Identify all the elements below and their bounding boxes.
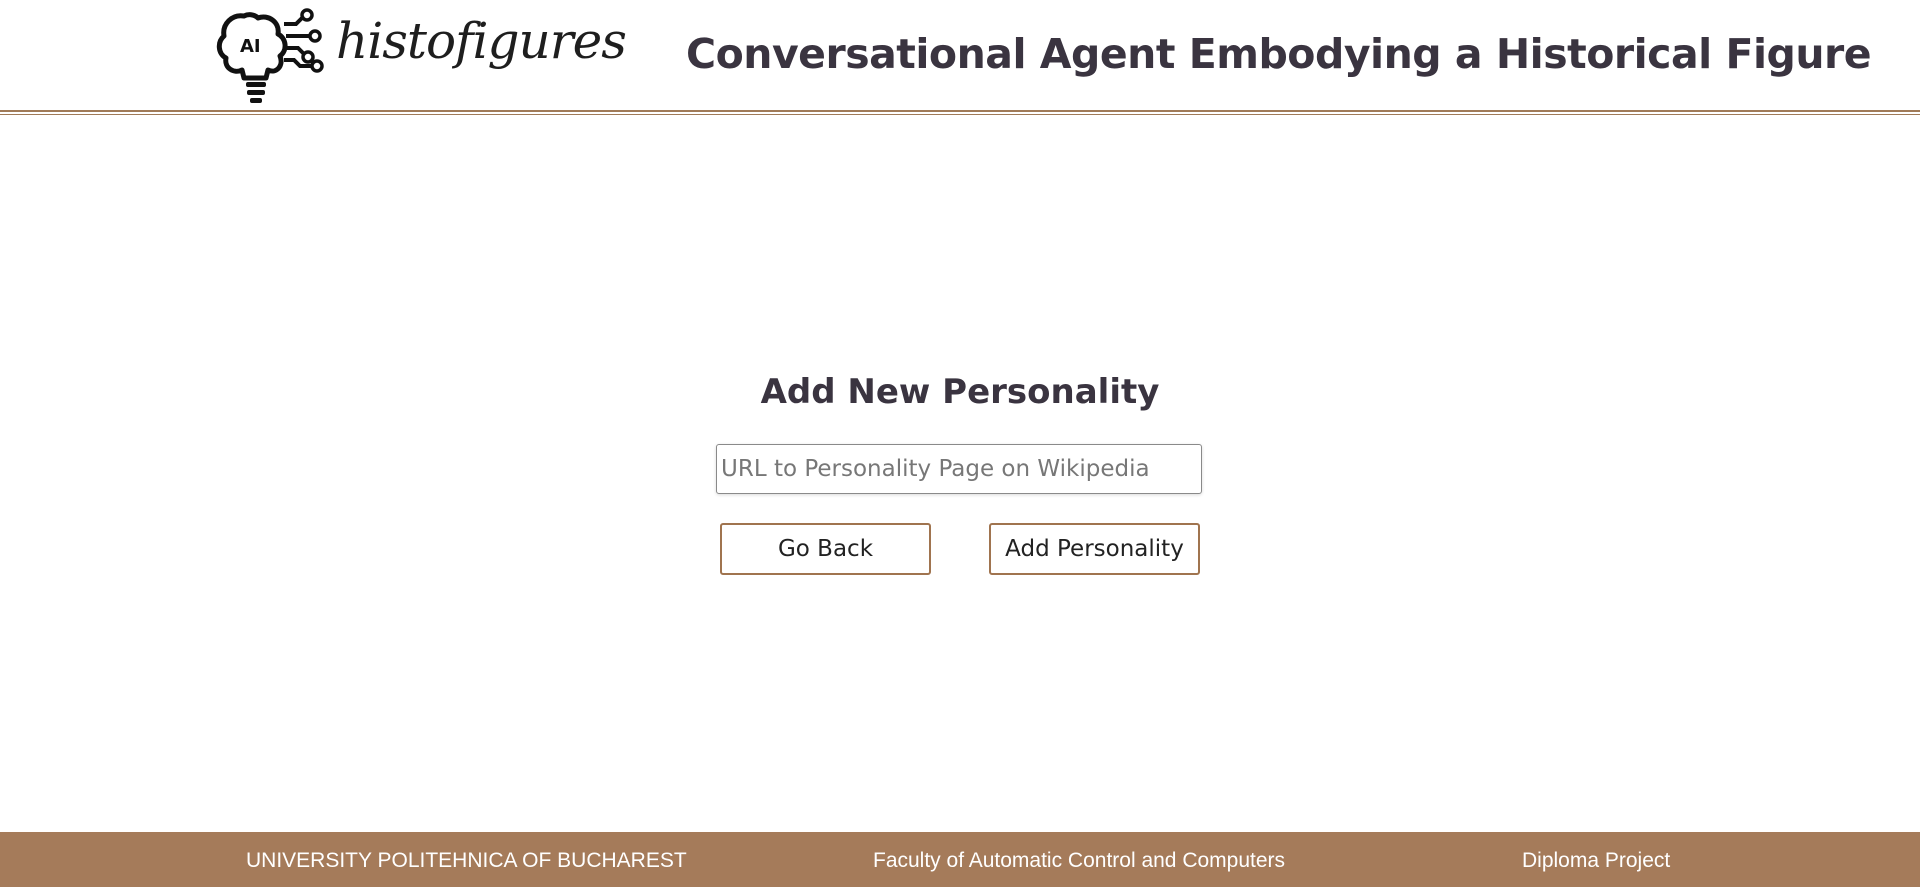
header: AI histofigures Conversational Agent Emb…: [0, 0, 1920, 115]
header-divider-thin: [0, 114, 1920, 115]
go-back-button[interactable]: Go Back: [720, 523, 931, 575]
logo-badge-text: AI: [240, 36, 261, 57]
footer-faculty: Faculty of Automatic Control and Compute…: [873, 849, 1286, 872]
footer-project: Diploma Project: [1522, 849, 1671, 872]
footer-university: UNIVERSITY POLITEHNICA OF BUCHAREST: [246, 849, 687, 872]
header-divider: [0, 110, 1920, 112]
page: AI histofigures Conversational Agent Emb…: [0, 0, 1920, 887]
add-personality-button[interactable]: Add Personality: [989, 523, 1200, 575]
wikipedia-url-input[interactable]: [716, 444, 1202, 494]
footer: UNIVERSITY POLITEHNICA OF BUCHAREST Facu…: [0, 832, 1920, 887]
page-title: Conversational Agent Embodying a Histori…: [686, 30, 1872, 78]
ai-lightbulb-icon: AI: [216, 8, 324, 103]
logo[interactable]: AI histofigures: [214, 6, 627, 106]
form-title: Add New Personality: [760, 372, 1160, 412]
logo-wordmark: histofigures: [336, 12, 627, 70]
